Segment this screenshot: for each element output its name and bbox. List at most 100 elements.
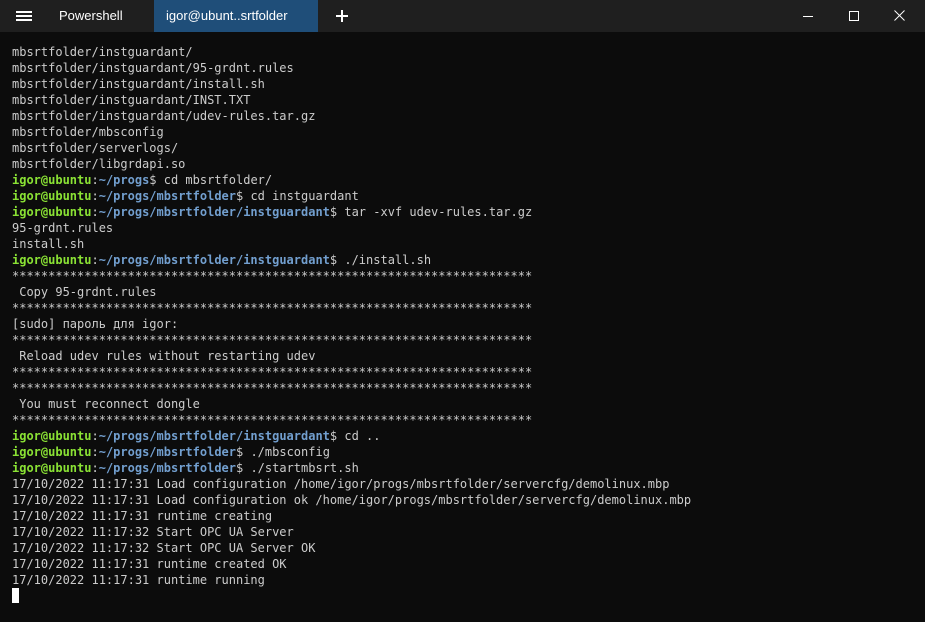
line-text: : — [91, 173, 99, 187]
terminal-line: ****************************************… — [12, 364, 691, 380]
line-text: mbsrtfolder/mbsconfig — [12, 125, 164, 139]
line-text: mbsrtfolder/instguardant/ — [12, 45, 193, 59]
prompt-path: ~/progs/mbsrtfolder — [98, 461, 236, 475]
terminal-line: [sudo] пароль для igor: — [12, 316, 691, 332]
prompt-user: igor@ubuntu — [12, 429, 92, 443]
line-text: : — [91, 253, 99, 267]
tab-label: Powershell — [59, 8, 123, 23]
line-text: Reload udev rules without restarting ude… — [12, 349, 316, 363]
terminal-line: Reload udev rules without restarting ude… — [12, 348, 691, 364]
line-text: ****************************************… — [12, 381, 533, 395]
line-text: $ cd .. — [329, 429, 381, 443]
terminal-output[interactable]: mbsrtfolder/instguardant/mbsrtfolder/ins… — [0, 32, 925, 622]
prompt-user: igor@ubuntu — [12, 253, 92, 267]
text-cursor — [12, 588, 19, 603]
plus-icon[interactable] — [326, 0, 360, 32]
minimize-icon[interactable] — [785, 0, 831, 32]
terminal-line: ****************************************… — [12, 412, 691, 428]
prompt-path: ~/progs — [98, 173, 150, 187]
hamburger-menu-icon[interactable] — [0, 0, 46, 32]
terminal-line: igor@ubuntu:~/progs$ cd mbsrtfolder/ — [12, 172, 691, 188]
line-text: 95-grdnt.rules — [12, 221, 114, 235]
line-text: mbsrtfolder/instguardant/install.sh — [12, 77, 265, 91]
terminal-line: ****************************************… — [12, 332, 691, 348]
terminal-line: 17/10/2022 11:17:31 runtime created OK — [12, 556, 691, 572]
prompt-user: igor@ubuntu — [12, 461, 92, 475]
prompt-path: ~/progs/mbsrtfolder/instguardant — [98, 205, 330, 219]
terminal-line: 17/10/2022 11:17:31 Load configuration /… — [12, 476, 691, 492]
terminal-line: 17/10/2022 11:17:31 runtime running — [12, 572, 691, 588]
line-text: 17/10/2022 11:17:31 Load configuration /… — [12, 477, 670, 491]
line-text: 17/10/2022 11:17:31 runtime creating — [12, 509, 273, 523]
terminal-line: install.sh — [12, 236, 691, 252]
line-text: : — [91, 429, 99, 443]
terminal-line: ****************************************… — [12, 300, 691, 316]
line-text: 17/10/2022 11:17:31 runtime running — [12, 573, 265, 587]
terminal-line: mbsrtfolder/instguardant/95-grdnt.rules — [12, 60, 691, 76]
terminal-line: 95-grdnt.rules — [12, 220, 691, 236]
terminal-line: igor@ubuntu:~/progs/mbsrtfolder/instguar… — [12, 428, 691, 444]
line-text: : — [91, 189, 99, 203]
maximize-icon[interactable] — [831, 0, 877, 32]
terminal-line: ****************************************… — [12, 268, 691, 284]
prompt-user: igor@ubuntu — [12, 445, 92, 459]
terminal-line: igor@ubuntu:~/progs/mbsrtfolder$ ./start… — [12, 460, 691, 476]
line-text: mbsrtfolder/serverlogs/ — [12, 141, 179, 155]
terminal-line: mbsrtfolder/mbsconfig — [12, 124, 691, 140]
line-text: ****************************************… — [12, 269, 533, 283]
line-text: $ ./mbsconfig — [236, 445, 330, 459]
terminal-line: ****************************************… — [12, 380, 691, 396]
terminal-line: igor@ubuntu:~/progs/mbsrtfolder$ ./mbsco… — [12, 444, 691, 460]
terminal-line: mbsrtfolder/libgrdapi.so — [12, 156, 691, 172]
close-icon[interactable] — [877, 0, 923, 32]
line-text: ****************************************… — [12, 413, 533, 427]
line-text: [sudo] пароль для igor: — [12, 317, 179, 331]
line-text: Copy 95-grdnt.rules — [12, 285, 157, 299]
terminal-line: 17/10/2022 11:17:31 Load configuration o… — [12, 492, 691, 508]
terminal-line: igor@ubuntu:~/progs/mbsrtfolder/instguar… — [12, 204, 691, 220]
line-text: mbsrtfolder/instguardant/udev-rules.tar.… — [12, 109, 316, 123]
title-bar: Powershell igor@ubunt..srtfolder — [0, 0, 925, 32]
tab-label: igor@ubunt..srtfolder — [166, 8, 288, 23]
terminal-line: igor@ubuntu:~/progs/mbsrtfolder$ cd inst… — [12, 188, 691, 204]
line-text: mbsrtfolder/libgrdapi.so — [12, 157, 186, 171]
terminal-line: mbsrtfolder/instguardant/INST.TXT — [12, 92, 691, 108]
line-text: $ cd mbsrtfolder/ — [149, 173, 273, 187]
line-text: ****************************************… — [12, 333, 533, 347]
terminal-line: igor@ubuntu:~/progs/mbsrtfolder/instguar… — [12, 252, 691, 268]
prompt-path: ~/progs/mbsrtfolder/instguardant — [98, 429, 330, 443]
terminal-window: Powershell igor@ubunt..srtfolder mbsrtfo… — [0, 0, 925, 622]
terminal-line: mbsrtfolder/serverlogs/ — [12, 140, 691, 156]
line-text: 17/10/2022 11:17:32 Start OPC UA Server … — [12, 541, 316, 555]
line-text: ****************************************… — [12, 301, 533, 315]
terminal-line: mbsrtfolder/instguardant/install.sh — [12, 76, 691, 92]
terminal-line: Copy 95-grdnt.rules — [12, 284, 691, 300]
terminal-input-line[interactable] — [12, 588, 691, 604]
prompt-user: igor@ubuntu — [12, 189, 92, 203]
line-text: 17/10/2022 11:17:31 Load configuration o… — [12, 493, 692, 507]
terminal-line: 17/10/2022 11:17:32 Start OPC UA Server … — [12, 540, 691, 556]
line-text: $ cd instguardant — [236, 189, 359, 203]
line-text: ****************************************… — [12, 365, 533, 379]
line-text: mbsrtfolder/instguardant/95-grdnt.rules — [12, 61, 294, 75]
line-text: $ tar -xvf udev-rules.tar.gz — [329, 205, 533, 219]
line-text: : — [91, 445, 99, 459]
terminal-line: 17/10/2022 11:17:32 Start OPC UA Server — [12, 524, 691, 540]
line-text: 17/10/2022 11:17:32 Start OPC UA Server — [12, 525, 294, 539]
terminal-line: mbsrtfolder/instguardant/ — [12, 44, 691, 60]
terminal-lines: mbsrtfolder/instguardant/mbsrtfolder/ins… — [12, 44, 691, 604]
tab-powershell[interactable]: Powershell — [46, 0, 152, 32]
prompt-user: igor@ubuntu — [12, 205, 92, 219]
line-text: install.sh — [12, 237, 85, 251]
line-text: $ ./startmbsrt.sh — [236, 461, 359, 475]
line-text: : — [91, 461, 99, 475]
prompt-path: ~/progs/mbsrtfolder — [98, 445, 236, 459]
prompt-path: ~/progs/mbsrtfolder — [98, 189, 236, 203]
terminal-line: You must reconnect dongle — [12, 396, 691, 412]
line-text: $ ./install.sh — [329, 253, 432, 267]
prompt-user: igor@ubuntu — [12, 173, 92, 187]
line-text: 17/10/2022 11:17:31 runtime created OK — [12, 557, 287, 571]
tab-ubuntu[interactable]: igor@ubunt..srtfolder — [154, 0, 318, 32]
prompt-path: ~/progs/mbsrtfolder/instguardant — [98, 253, 330, 267]
terminal-line: mbsrtfolder/instguardant/udev-rules.tar.… — [12, 108, 691, 124]
